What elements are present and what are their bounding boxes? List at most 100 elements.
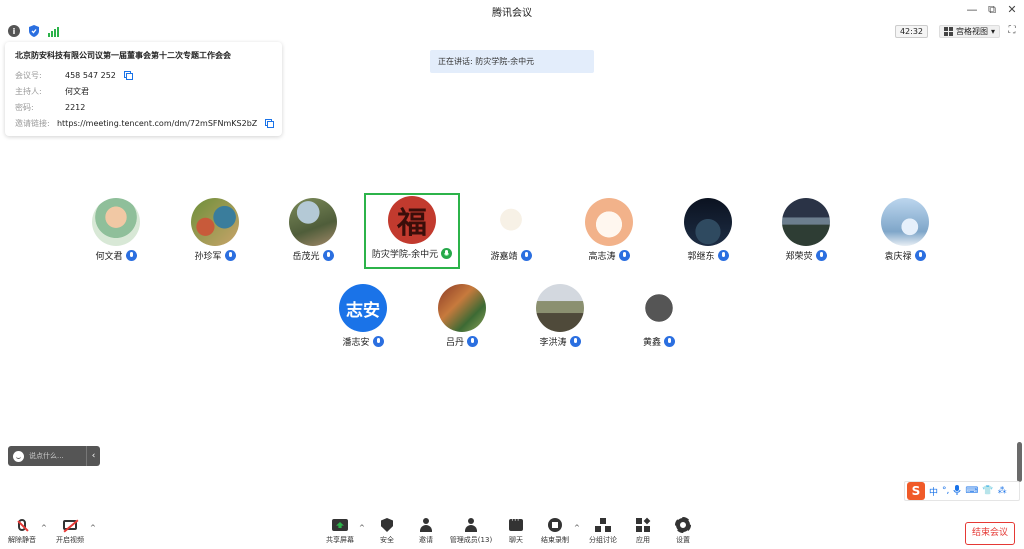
fullscreen-icon[interactable]: ⛶ (1006, 25, 1018, 37)
security-label: 安全 (380, 536, 394, 544)
participant-tile[interactable]: 游嘉靖 (463, 195, 559, 271)
view-mode-label: 宫格视图 (955, 27, 988, 36)
mic-status-icon (664, 336, 675, 347)
members-icon (464, 518, 478, 532)
avatar-text: 志安 (346, 300, 380, 321)
participant-name-row: 吕丹 (414, 335, 510, 348)
bottom-toolbar: 解除静音 ^ 开启视频 ^ 共享屏幕 ^ 安全 邀请 管理成员(13) 聊天 结… (0, 510, 1024, 549)
collapse-chat-button[interactable]: ‹ (86, 446, 100, 466)
close-button[interactable]: ✕ (1004, 3, 1020, 16)
unmute-button[interactable]: 解除静音 (0, 517, 49, 549)
ime-keyboard-icon[interactable]: ⌨ (965, 486, 978, 496)
sogou-logo-icon[interactable]: S (907, 482, 925, 500)
window-title: 腾讯会议 (492, 8, 532, 19)
participant-tile[interactable]: 郑荣荧 (758, 195, 854, 271)
view-mode-button[interactable]: 宫格视图 ▾ (938, 25, 1000, 38)
share-screen-button[interactable]: 共享屏幕 (313, 517, 367, 549)
recording-stop-icon (548, 518, 562, 532)
meeting-info-label: 密码: (15, 102, 34, 112)
participant-name-row: 岳茂光 (265, 249, 361, 262)
participant-tile[interactable]: 袁庆禄 (857, 195, 953, 271)
stop-recording-button[interactable]: 结束录制 (528, 517, 582, 549)
mic-status-icon (914, 250, 926, 261)
speaking-indicator: 正在讲话: 防灾学院-余中元 (430, 50, 594, 73)
mic-status-icon (372, 336, 384, 347)
end-meeting-button[interactable]: 结束会议 (965, 522, 1015, 545)
chat-placeholder[interactable]: 说点什么... (29, 451, 81, 461)
participant-name: 袁庆禄 (884, 252, 912, 262)
avatar (881, 198, 929, 246)
participant-name: 孙珍军 (194, 252, 222, 262)
meeting-info-value: 何文君 (65, 86, 89, 96)
invite-label: 邀请 (419, 536, 433, 544)
participant-tile[interactable]: 何文君 (68, 195, 164, 271)
manage-members-label: 管理成员(13) (449, 536, 493, 544)
avatar (438, 284, 486, 332)
apps-icon (636, 517, 651, 532)
mic-status-icon (322, 250, 334, 261)
mic-status-icon (815, 250, 827, 261)
participant-tile[interactable]: 吕丹 (414, 281, 510, 357)
participant-name-row: 防灾学院-余中元 (366, 247, 458, 260)
settings-button[interactable]: 设置 (656, 517, 710, 549)
meeting-info-value: 458 547 252 (65, 70, 116, 80)
mic-status-icon (520, 250, 532, 261)
participant-tile[interactable]: 黄鑫 (611, 281, 707, 357)
settings-label: 设置 (676, 536, 690, 544)
avatar (92, 198, 140, 246)
restore-button[interactable]: ⧉ (984, 3, 1000, 17)
participant-name-row: 袁庆禄 (857, 249, 953, 262)
avatar: 志安 (339, 284, 387, 332)
meeting-info-card: 北京防安科技有限公司议第一届董事会第十二次专题工作会会 会议号: 458 547 … (5, 42, 282, 136)
avatar (635, 284, 683, 332)
video-options-caret[interactable]: ^ (90, 524, 96, 532)
ime-skin-icon[interactable]: 👕 (982, 486, 993, 496)
avatar (782, 198, 830, 246)
minimize-button[interactable]: — (964, 3, 980, 16)
meeting-info-row: 邀请链接: https://meeting.tencent.com/dm/72mS… (15, 115, 274, 131)
gear-icon (675, 517, 691, 533)
chat-quick-input[interactable]: 说点什么... ‹ (8, 446, 100, 466)
participant-tile[interactable]: 志安 潘志安 (315, 281, 411, 357)
ime-tools-icon[interactable]: ⁂ (998, 486, 1007, 496)
scrollbar[interactable] (1017, 442, 1022, 482)
mic-status-icon (467, 336, 478, 347)
title-bar: 腾讯会议 — ⧉ ✕ (0, 0, 1024, 22)
participant-tile[interactable]: 岳茂光 (265, 195, 361, 271)
top-status-bar: i 42:32 宫格视图 ▾ ⛶ (0, 22, 1024, 40)
copy-icon[interactable] (123, 71, 133, 80)
meeting-info-label: 邀请链接: (15, 118, 50, 128)
signal-strength-icon[interactable] (47, 25, 59, 37)
avatar (191, 198, 239, 246)
participant-tile[interactable]: 福防灾学院-余中元 (364, 193, 460, 269)
shield-icon[interactable] (28, 25, 40, 37)
mic-status-icon (717, 250, 729, 261)
participant-tile[interactable]: 郭继东 (660, 195, 756, 271)
participant-tile[interactable]: 高志涛 (561, 195, 657, 271)
participant-tile[interactable]: 孙珍军 (167, 195, 263, 271)
ime-voice-icon[interactable] (953, 484, 961, 498)
mic-status-icon (125, 250, 137, 261)
security-shield-icon (381, 518, 393, 532)
ime-punct-icon[interactable]: °, (942, 486, 949, 496)
ime-mode[interactable]: 中 (929, 485, 938, 498)
ime-toolbar[interactable]: S 中 °, ⌨ 👕 ⁂ (904, 481, 1020, 501)
copy-icon[interactable] (265, 119, 274, 128)
emoji-icon[interactable] (13, 450, 24, 462)
participant-name: 游嘉靖 (490, 252, 518, 262)
participant-name-row: 黄鑫 (611, 335, 707, 348)
participant-tile[interactable]: 李洪涛 (512, 281, 608, 357)
start-video-button[interactable]: 开启视频 (43, 517, 97, 549)
info-icon[interactable]: i (8, 25, 20, 37)
meeting-info-label: 会议号: (15, 70, 42, 80)
share-screen-label: 共享屏幕 (326, 536, 354, 544)
participant-name-row: 高志涛 (561, 249, 657, 262)
unmute-label: 解除静音 (8, 536, 36, 544)
participant-name: 郑荣荧 (785, 252, 813, 262)
avatar (585, 198, 633, 246)
camera-off-icon (63, 520, 77, 530)
participant-name-row: 游嘉靖 (463, 249, 559, 262)
apps-label: 应用 (636, 536, 650, 544)
participant-name-row: 李洪涛 (512, 335, 608, 348)
chat-label: 聊天 (509, 536, 523, 544)
